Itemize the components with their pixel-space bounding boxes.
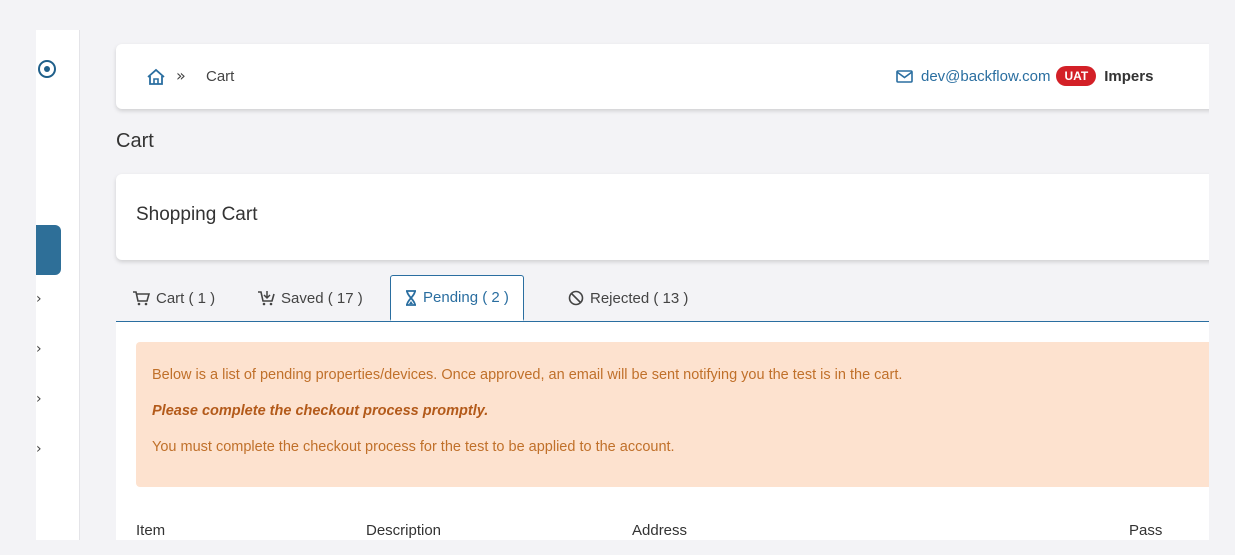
column-header[interactable]: Description	[366, 522, 441, 539]
tab-pending[interactable]: Pending ( 2 )	[390, 275, 524, 321]
column-header[interactable]: Item	[136, 522, 165, 539]
tab-label: Pending ( 2 )	[423, 289, 509, 306]
mail-icon	[896, 69, 913, 83]
tab-label: Saved ( 17 )	[281, 289, 363, 307]
hourglass-icon	[406, 289, 416, 306]
breadcrumb-current: Cart	[206, 68, 235, 85]
impersonate-label[interactable]: Impers	[1104, 68, 1153, 85]
card-title: Shopping Cart	[136, 204, 258, 225]
alert-line: You must complete the checkout process f…	[152, 439, 675, 455]
env-badge: UAT	[1056, 66, 1097, 86]
tab-saved[interactable]: Saved ( 17 )	[257, 275, 363, 321]
page-title: Cart	[116, 130, 154, 152]
home-icon[interactable]	[146, 68, 166, 86]
alert-emphasis: Please complete the checkout process pro…	[152, 403, 489, 419]
chevron-right-icon[interactable]: ›	[36, 292, 50, 306]
user-email[interactable]: dev@backflow.com	[921, 68, 1050, 85]
user-info: dev@backflow.com UAT Impers	[896, 64, 1153, 88]
tab-rejected[interactable]: Rejected ( 13 )	[568, 275, 688, 321]
tab-label: Rejected ( 13 )	[590, 289, 689, 307]
breadcrumb-separator: »	[176, 66, 186, 85]
pending-alert: Below is a list of pending properties/de…	[136, 342, 1209, 487]
app-frame: › › › › » Cart dev@backflow.com UAT Impe…	[36, 30, 1209, 540]
tab-cart[interactable]: Cart ( 1 )	[132, 275, 215, 321]
card-header: Shopping Cart	[116, 174, 1209, 260]
sidebar-active-item[interactable]	[36, 225, 61, 275]
main-content: » Cart dev@backflow.com UAT Impers Cart …	[116, 30, 1209, 540]
saved-cart-icon	[258, 291, 275, 306]
cart-tabs: Cart ( 1 ) Saved ( 17 ) Pending ( 2 ) Re…	[116, 275, 1209, 321]
chevron-right-icon[interactable]: ›	[36, 342, 50, 356]
table-header: Item Description Address Pass	[116, 504, 1209, 540]
sidebar: › › › ›	[36, 30, 80, 540]
chevron-right-icon[interactable]: ›	[36, 442, 50, 456]
tab-label: Cart ( 1 )	[156, 289, 216, 307]
pending-panel: Below is a list of pending properties/de…	[116, 321, 1209, 540]
chevron-right-icon[interactable]: ›	[36, 392, 50, 406]
column-header[interactable]: Address	[632, 522, 687, 539]
top-bar: » Cart dev@backflow.com UAT Impers	[116, 44, 1209, 109]
alert-line: Below is a list of pending properties/de…	[152, 367, 903, 383]
column-header[interactable]: Pass	[1129, 522, 1162, 539]
cart-icon	[133, 291, 150, 306]
ban-icon	[568, 290, 584, 306]
target-icon[interactable]	[38, 60, 56, 78]
